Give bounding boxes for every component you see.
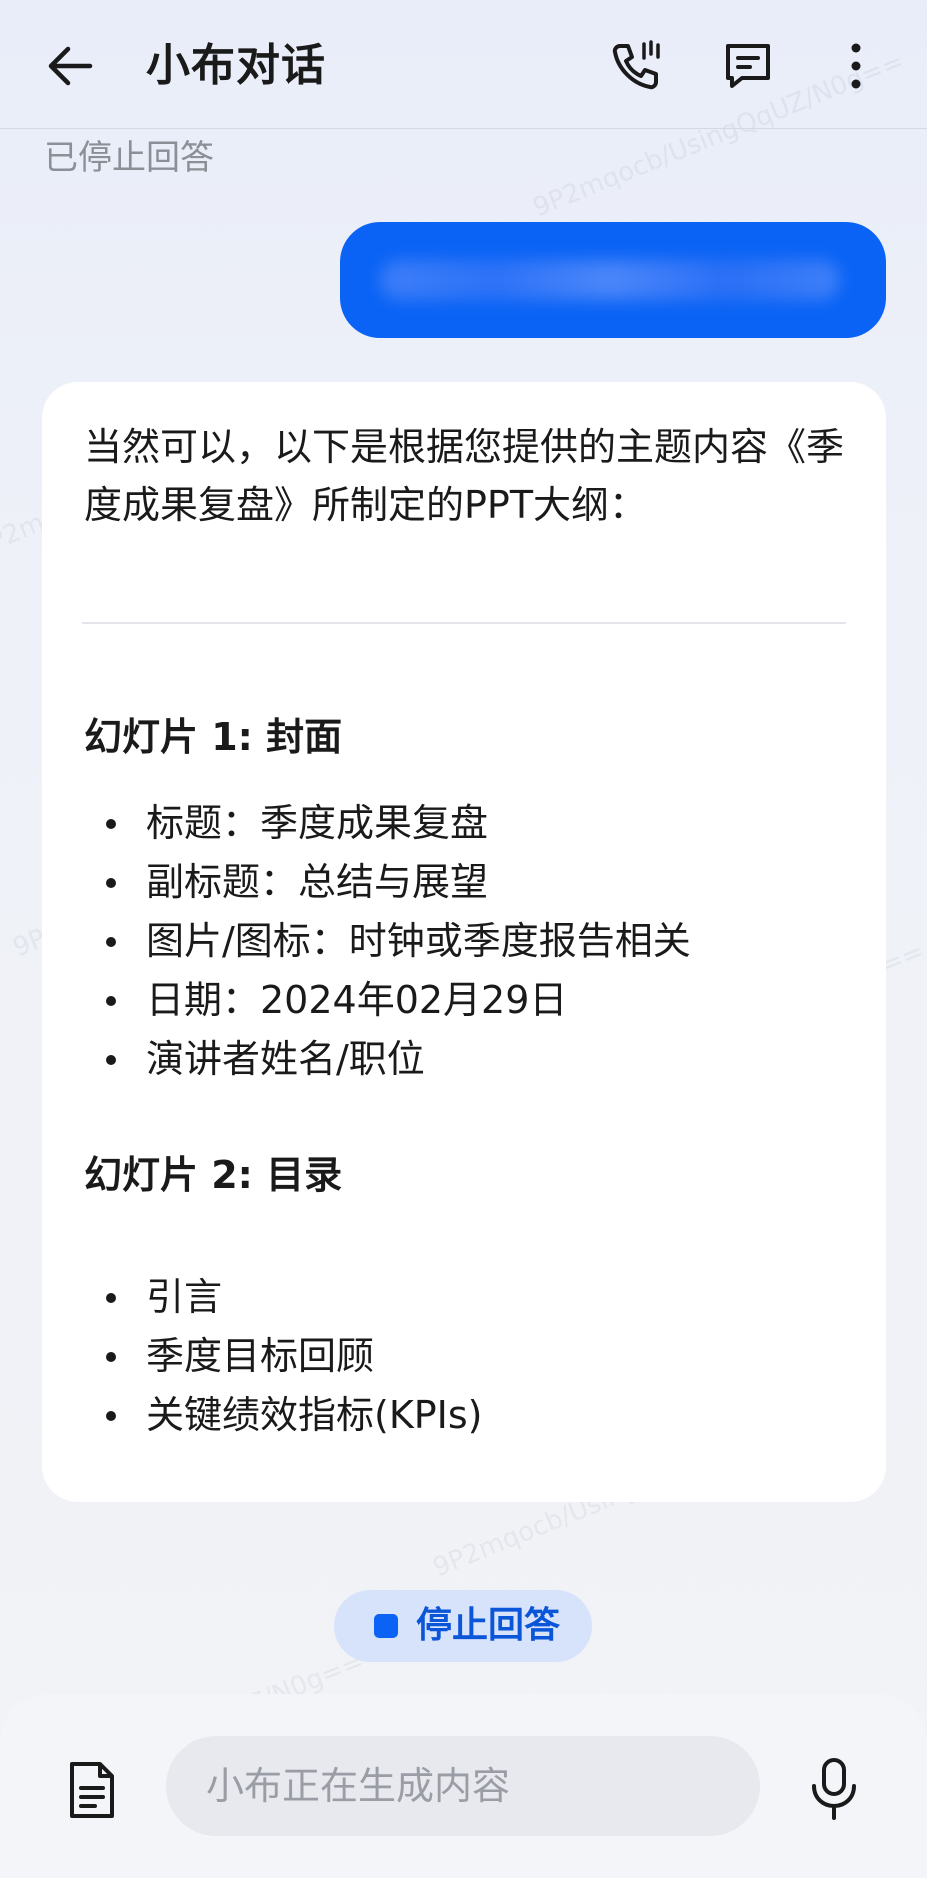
stop-answer-label: 停止回答 — [416, 1605, 561, 1646]
microphone-icon — [806, 1756, 862, 1822]
document-button[interactable] — [64, 1758, 120, 1822]
stop-icon — [374, 1614, 398, 1638]
stopped-status-text: 已停止回答 — [44, 138, 214, 178]
voice-input-button[interactable] — [806, 1756, 862, 1822]
list-item: 日期：2024年02月29日 — [106, 971, 691, 1030]
more-vertical-icon — [826, 36, 886, 96]
back-button[interactable] — [40, 36, 100, 96]
message-button[interactable] — [718, 36, 778, 96]
blurred-message-text — [380, 260, 840, 300]
slide-2-bullets: 引言 季度目标回顾 关键绩效指标(KPIs) — [106, 1268, 483, 1445]
list-item: 图片/图标：时钟或季度报告相关 — [106, 912, 691, 971]
assistant-response-card: 当然可以，以下是根据您提供的主题内容《季度成果复盘》所制定的PPT大纲： 幻灯片… — [42, 382, 886, 1502]
app-header: 小布对话 — [0, 0, 927, 129]
user-message-bubble[interactable] — [340, 222, 886, 338]
phone-call-icon — [606, 36, 666, 96]
list-item: 关键绩效指标(KPIs) — [106, 1386, 483, 1445]
list-item: 季度目标回顾 — [106, 1327, 483, 1386]
message-input[interactable] — [166, 1736, 760, 1836]
list-item: 演讲者姓名/职位 — [106, 1030, 691, 1089]
list-item: 副标题：总结与展望 — [106, 853, 691, 912]
more-options-button[interactable] — [826, 36, 886, 96]
list-item: 标题：季度成果复盘 — [106, 794, 691, 853]
document-icon — [64, 1758, 120, 1822]
input-bar — [0, 1694, 927, 1878]
page-title: 小布对话 — [146, 40, 326, 91]
stop-answer-button[interactable]: 停止回答 — [334, 1590, 592, 1662]
arrow-left-icon — [40, 36, 100, 96]
slide-1-bullets: 标题：季度成果复盘 副标题：总结与展望 图片/图标：时钟或季度报告相关 日期：2… — [106, 794, 691, 1089]
message-icon — [718, 36, 778, 96]
response-intro: 当然可以，以下是根据您提供的主题内容《季度成果复盘》所制定的PPT大纲： — [84, 425, 845, 527]
list-item: 引言 — [106, 1268, 483, 1327]
voice-call-button[interactable] — [606, 36, 666, 96]
divider — [82, 622, 846, 624]
slide-1-title: 幻灯片 1: 封面 — [84, 715, 343, 759]
slide-2-title: 幻灯片 2: 目录 — [84, 1153, 343, 1197]
